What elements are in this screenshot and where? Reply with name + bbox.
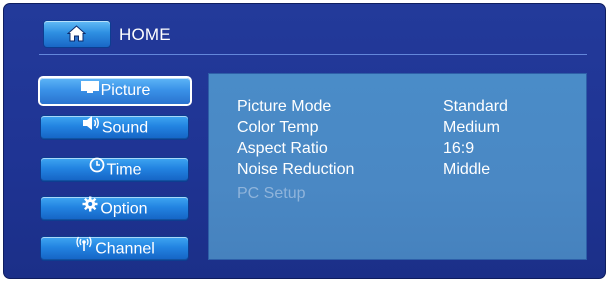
setting-value: Standard <box>443 98 508 115</box>
menu-item-label: Sound <box>101 119 149 137</box>
speaker-icon <box>81 115 101 138</box>
setting-row-picture-mode[interactable]: Picture Mode Standard <box>237 97 567 117</box>
setting-row-color-temp[interactable]: Color Temp Medium <box>237 118 567 138</box>
setting-name: Noise Reduction <box>237 161 355 178</box>
menu-item-picture[interactable]: Picture <box>40 78 190 104</box>
home-button[interactable] <box>44 21 110 47</box>
setting-row-pc-setup: PC Setup <box>237 184 567 204</box>
setting-name: Color Temp <box>237 119 319 136</box>
menu-item-label: Channel <box>95 240 155 258</box>
menu-item-time[interactable]: Time <box>41 157 188 181</box>
header-divider <box>39 54 587 55</box>
menu-item-channel[interactable]: Channel <box>41 236 188 260</box>
clock-icon <box>88 157 106 180</box>
setting-value: Medium <box>443 119 500 136</box>
settings-panel: Picture Mode Standard Color Temp Medium … <box>209 74 586 259</box>
gear-icon <box>81 196 99 219</box>
menu-item-label: Option <box>100 200 148 218</box>
menu-item-label: Picture <box>100 82 151 99</box>
home-icon <box>67 25 86 42</box>
menu-item-label: Time <box>106 161 142 179</box>
antenna-icon <box>74 236 94 259</box>
page-title: HOME <box>119 25 171 44</box>
menu-item-sound[interactable]: Sound <box>41 116 188 139</box>
setting-name: Picture Mode <box>237 98 332 115</box>
setting-row-noise-reduction[interactable]: Noise Reduction Middle <box>237 160 567 180</box>
setting-value: 16:9 <box>443 140 475 157</box>
menu-item-option[interactable]: Option <box>41 196 188 220</box>
setting-row-aspect-ratio[interactable]: Aspect Ratio 16:9 <box>237 139 567 159</box>
monitor-icon <box>80 77 100 103</box>
setting-name: Aspect Ratio <box>237 140 328 157</box>
setting-name: PC Setup <box>237 185 306 202</box>
tv-menu-screen: HOME Picture Sound Time Option Channel P… <box>3 3 606 279</box>
setting-value: Middle <box>443 161 491 178</box>
